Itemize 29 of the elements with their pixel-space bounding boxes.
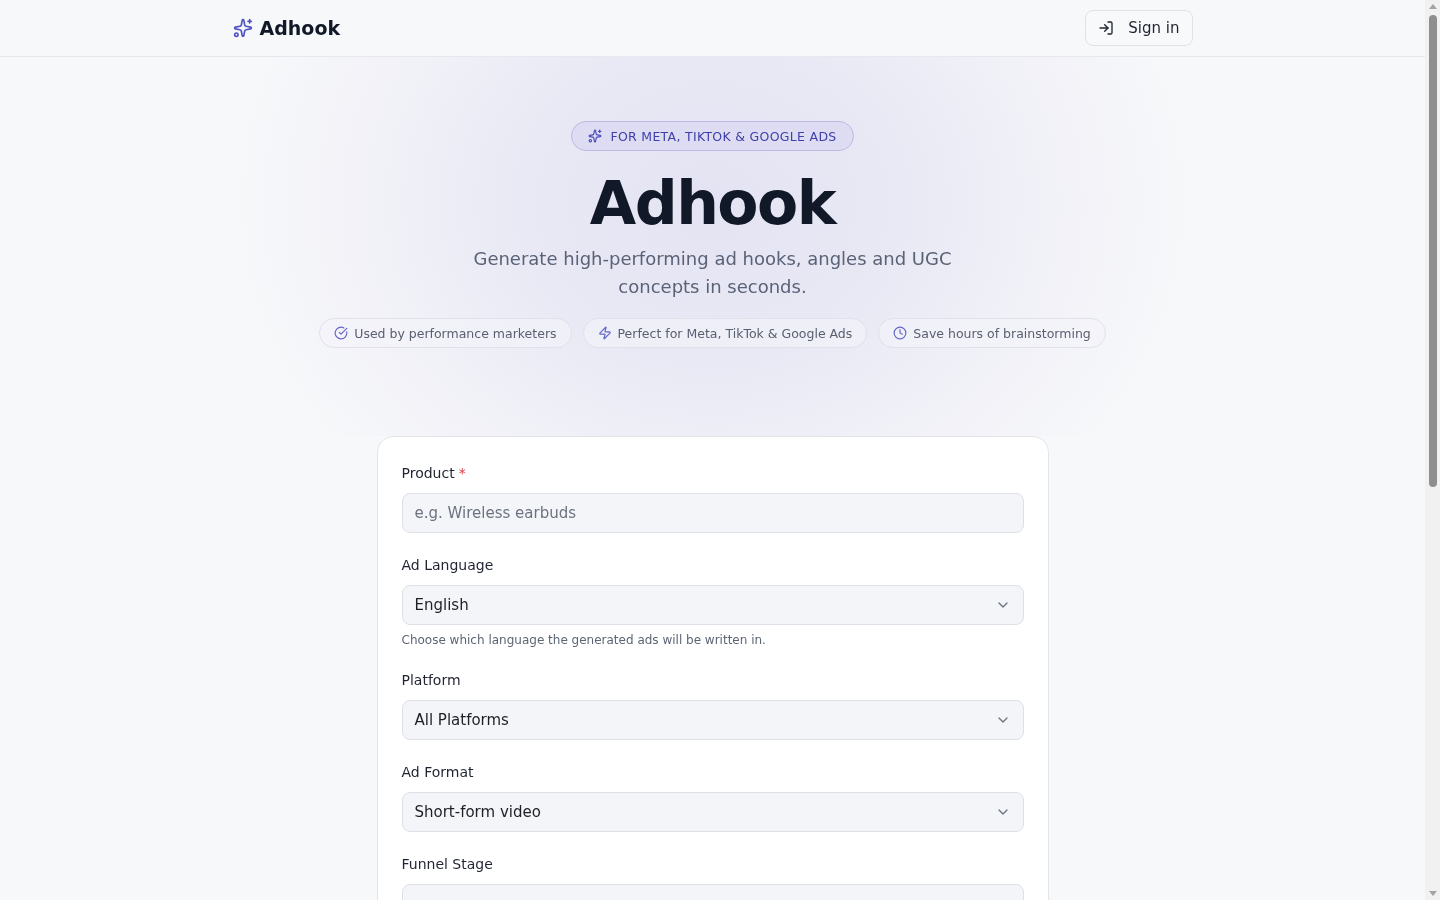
pill-text: Used by performance marketers — [354, 325, 557, 341]
hero-subtitle: Generate high-performing ad hooks, angles and UGC concepts in seconds. — [472, 247, 953, 299]
scrollbar-thumb[interactable] — [1428, 15, 1437, 487]
hero-title: Adhook — [589, 167, 836, 239]
check-circle-icon — [334, 326, 349, 340]
scrollbar[interactable] — [1425, 0, 1440, 900]
field-label: Platform — [401, 671, 461, 690]
down-arrow-icon[interactable] — [1428, 891, 1437, 896]
field-label: Product — [401, 464, 455, 483]
product-input[interactable]: e.g. Wireless earbuds — [401, 493, 1024, 533]
field-label: Funnel Stage — [401, 855, 493, 874]
lightning-icon — [597, 326, 612, 340]
pill-text: Save hours of brainstorming — [913, 325, 1091, 341]
up-arrow-icon[interactable] — [1428, 4, 1437, 9]
logo-text: Adhook — [259, 17, 341, 39]
required-mark: * — [458, 464, 466, 483]
badge-text: FOR META, TIKTOK & GOOGLE ADS — [610, 128, 837, 144]
helper-text: Choose which language the generated ads will be written in. — [401, 632, 767, 648]
clock-icon — [893, 326, 908, 340]
pill-text: Perfect for Meta, TikTok & Google Ads — [617, 325, 853, 341]
login-icon — [1098, 20, 1115, 36]
select-field[interactable]: Short-form video — [401, 792, 1024, 832]
sparkles-icon — [588, 129, 603, 143]
sparkles-icon — [232, 18, 253, 38]
field-label: Ad Format — [401, 763, 474, 782]
field-label: Ad Language — [401, 556, 494, 575]
sign-in-button[interactable]: Sign in — [1085, 10, 1193, 46]
select-field[interactable]: English — [401, 585, 1024, 625]
select-field[interactable]: All Platforms — [401, 700, 1024, 740]
